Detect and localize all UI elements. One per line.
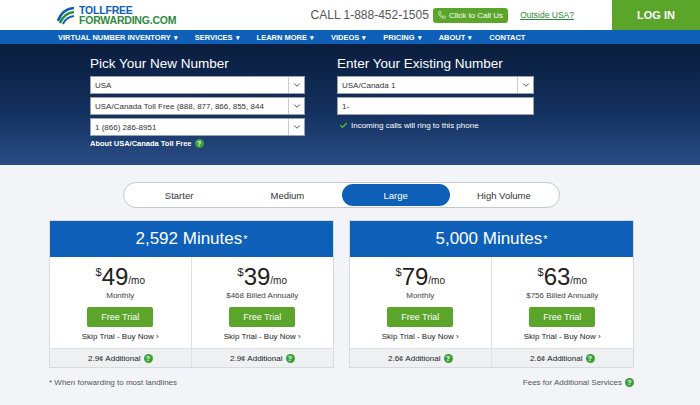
nav-item[interactable]: VIRTUAL NUMBER INVENTORY▾ <box>58 33 178 42</box>
billing: Monthly <box>406 291 434 300</box>
click-to-call-button[interactable]: Click to Call Us <box>433 8 508 23</box>
about-link[interactable]: About USA/Canada Toll Free? <box>90 139 305 148</box>
check-icon <box>339 121 348 130</box>
panel-title: Pick Your New Number <box>90 56 305 71</box>
plan-tab[interactable]: Medium <box>233 184 341 206</box>
logo-swoosh-icon <box>56 5 76 25</box>
fees-link[interactable]: Fees for Additional Services? <box>523 378 634 387</box>
field-value: 1- <box>338 98 533 114</box>
nav-item[interactable]: LEARN MORE▾ <box>257 33 314 42</box>
panel-title: Enter Your Existing Number <box>337 56 534 71</box>
plan-option: $39/mo $468 Billed Annually Free Trial Skip… <box>192 257 334 367</box>
buy-now-link[interactable]: Skip Trial - Buy Now › <box>524 332 601 341</box>
phone-icon <box>438 11 446 19</box>
footnote: * When forwarding to most landlines <box>49 378 177 387</box>
header: TOLLFREEFORWARDING.COM CALL 1-888-452-150… <box>0 0 700 30</box>
select-field[interactable]: USA <box>90 76 305 94</box>
logo[interactable]: TOLLFREEFORWARDING.COM <box>56 5 176 26</box>
help-icon[interactable]: ? <box>286 354 295 363</box>
field-value: USA/Canada Toll Free (888, 877, 866, 855… <box>91 98 288 114</box>
footer: * When forwarding to most landlines Fees … <box>49 378 634 387</box>
caret: ▾ <box>362 34 366 41</box>
buy-now-link[interactable]: Skip Trial - Buy Now › <box>382 332 459 341</box>
select-field[interactable]: USA/Canada Toll Free (888, 877, 866, 855… <box>90 97 305 115</box>
plan-tab[interactable]: Starter <box>125 184 233 206</box>
chevron-down-icon <box>288 77 304 93</box>
help-icon[interactable]: ? <box>586 354 595 363</box>
nav-item[interactable]: PRICING▾ <box>383 33 421 42</box>
price: $63/mo <box>538 265 588 289</box>
chevron-down-icon <box>288 98 304 114</box>
nav-item[interactable]: VIDEOS▾ <box>331 33 366 42</box>
buy-now-link[interactable]: Skip Trial - Buy Now › <box>82 332 159 341</box>
plan-title: 2,592 Minutes* <box>50 221 333 257</box>
plan-card: 5,000 Minutes* $79/mo Monthly Free Trial Ski… <box>349 220 634 368</box>
field-value: 1 (866) 286-8951 <box>91 119 288 135</box>
free-trial-button[interactable]: Free Trial <box>529 307 595 327</box>
caret: ▾ <box>468 34 472 41</box>
text-input[interactable]: 1- <box>337 97 534 115</box>
plan-option: $63/mo $756 Billed Annually Free Trial Skip… <box>492 257 634 367</box>
price: $39/mo <box>238 265 288 289</box>
free-trial-button[interactable]: Free Trial <box>387 307 453 327</box>
additional-rate: 2.9¢ Additional? <box>50 348 191 367</box>
nav-item[interactable]: SERVICES▾ <box>195 33 240 42</box>
free-trial-button[interactable]: Free Trial <box>229 307 295 327</box>
caret: ▾ <box>310 34 314 41</box>
plan-card: 2,592 Minutes* $49/mo Monthly Free Trial Ski… <box>49 220 334 368</box>
existing-number-panel: Enter Your Existing Number USA/Canada 1 1-… <box>337 56 534 165</box>
additional-rate: 2.6¢ Additional? <box>492 348 634 367</box>
plan-tabs: StarterMediumLargeHigh Volume <box>123 182 560 208</box>
help-icon[interactable]: ? <box>444 354 453 363</box>
login-button[interactable]: LOG IN <box>612 0 700 30</box>
free-trial-button[interactable]: Free Trial <box>87 307 153 327</box>
plan-tab[interactable]: High Volume <box>450 184 558 206</box>
select-field[interactable]: 1 (866) 286-8951 <box>90 118 305 136</box>
billing: Monthly <box>106 291 134 300</box>
plan-cards: 2,592 Minutes* $49/mo Monthly Free Trial Ski… <box>49 220 700 368</box>
additional-rate: 2.6¢ Additional? <box>350 348 491 367</box>
plan-tab[interactable]: Large <box>342 184 450 206</box>
caret: ▾ <box>236 34 240 41</box>
field-value: USA <box>91 77 288 93</box>
caret: ▾ <box>174 34 178 41</box>
additional-rate: 2.9¢ Additional? <box>192 348 334 367</box>
chevron-down-icon <box>517 77 533 93</box>
price: $79/mo <box>396 265 446 289</box>
outside-usa-link[interactable]: Outside USA? <box>520 10 574 20</box>
nav-bar: VIRTUAL NUMBER INVENTORY▾ SERVICES▾ LEARN … <box>0 30 700 44</box>
billing: $468 Billed Annually <box>226 291 298 300</box>
ring-note: Incoming calls will ring to this phone <box>337 121 534 130</box>
help-icon[interactable]: ? <box>195 139 204 148</box>
nav-item[interactable]: ABOUT▾ <box>439 33 473 42</box>
logo-bottom: FORWARDING.COM <box>79 15 176 26</box>
pick-number-panel: Pick Your New Number USA USA/Canada Toll F… <box>90 56 305 165</box>
plan-options: $49/mo Monthly Free Trial Skip Trial - Buy … <box>50 257 333 367</box>
caret: ▾ <box>418 34 422 41</box>
price: $49/mo <box>96 265 146 289</box>
nav-item[interactable]: CONTACT <box>489 33 525 42</box>
plan-option: $79/mo Monthly Free Trial Skip Trial - Buy … <box>350 257 492 367</box>
help-icon[interactable]: ? <box>144 354 153 363</box>
help-icon[interactable]: ? <box>625 378 634 387</box>
chevron-down-icon <box>288 119 304 135</box>
hero: Pick Your New Number USA USA/Canada Toll F… <box>0 44 700 165</box>
plan-title: 5,000 Minutes* <box>350 221 633 257</box>
plan-option: $49/mo Monthly Free Trial Skip Trial - Buy … <box>50 257 192 367</box>
asterisk: * <box>543 233 547 245</box>
select-field[interactable]: USA/Canada 1 <box>337 76 534 94</box>
field-value: USA/Canada 1 <box>338 77 517 93</box>
call-number: CALL 1-888-452-1505 <box>311 8 429 22</box>
page: TOLLFREEFORWARDING.COM CALL 1-888-452-150… <box>0 0 700 405</box>
logo-top: TOLLFREE <box>79 5 176 16</box>
asterisk: * <box>243 233 247 245</box>
buy-now-link[interactable]: Skip Trial - Buy Now › <box>224 332 301 341</box>
billing: $756 Billed Annually <box>526 291 598 300</box>
logo-text: TOLLFREEFORWARDING.COM <box>79 5 176 26</box>
plan-options: $79/mo Monthly Free Trial Skip Trial - Buy … <box>350 257 633 367</box>
pricing-section: StarterMediumLargeHigh Volume 2,592 Minut… <box>0 165 700 405</box>
